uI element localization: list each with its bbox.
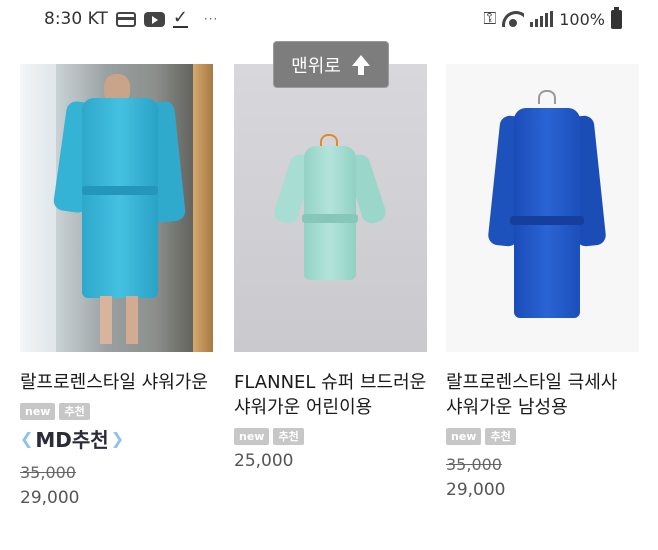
product-card[interactable]: 랄프로렌스타일 극세사 샤워가운 남성용 new 추천 35,000 29,00… xyxy=(446,64,639,500)
new-badge: new xyxy=(446,428,482,445)
recommend-badge: 추천 xyxy=(273,428,304,445)
download-done-icon: ✓ xyxy=(172,6,188,28)
recommend-badge: 추천 xyxy=(59,403,90,420)
original-price: 35,000 xyxy=(20,463,76,482)
arrow-up-icon xyxy=(351,54,371,75)
wing-left-icon: ❮ xyxy=(20,429,34,448)
original-price: 35,000 xyxy=(446,455,502,474)
sale-price: 29,000 xyxy=(20,488,80,508)
battery-icon xyxy=(611,6,622,29)
product-card[interactable]: FLANNEL 슈퍼 브드러운 샤워가운 어린이용 new 추천 25,000 xyxy=(234,64,427,471)
md-pick-label: MD추천 xyxy=(35,428,109,452)
status-right: ⚿ 100% xyxy=(483,6,622,29)
recommend-badge: 추천 xyxy=(485,428,516,445)
product-name[interactable]: 랄프로렌스타일 극세사 샤워가운 남성용 xyxy=(446,370,639,420)
product-image[interactable] xyxy=(446,64,639,352)
bathrobe-photo xyxy=(271,134,389,284)
mirror-frame xyxy=(193,64,213,352)
vpn-key-icon: ⚿ xyxy=(483,9,497,29)
new-badge: new xyxy=(20,403,56,420)
bathrobe-photo xyxy=(487,90,607,330)
badge-row: new 추천 xyxy=(234,428,427,445)
battery-percent: 100% xyxy=(559,9,605,29)
sale-price: 25,000 xyxy=(234,451,294,471)
md-pick-badge: ❮ MD추천 ❯ xyxy=(20,424,213,453)
product-image[interactable] xyxy=(20,64,213,352)
wallet-icon xyxy=(115,11,136,27)
bathrobe-photo xyxy=(52,74,187,344)
clock: 8:30 KT xyxy=(44,9,108,29)
scroll-to-top-button[interactable]: 맨위로 xyxy=(273,41,389,88)
badge-row: new 추천 xyxy=(446,428,639,445)
product-image[interactable] xyxy=(234,64,427,352)
youtube-icon xyxy=(143,11,165,27)
status-left: 8:30 KT ✓ ··· xyxy=(44,6,219,29)
product-card[interactable]: 랄프로렌스타일 샤워가운 new 추천 ❮ MD추천 ❯ 35,000 29,0… xyxy=(20,64,213,508)
wifi-icon xyxy=(502,11,525,27)
sale-price: 29,000 xyxy=(446,480,506,500)
background-curtain xyxy=(20,64,56,352)
signal-icon xyxy=(530,11,554,27)
wing-right-icon: ❯ xyxy=(110,429,125,448)
product-name[interactable]: 랄프로렌스타일 샤워가운 xyxy=(20,370,213,395)
status-bar: 8:30 KT ✓ ··· ⚿ 100% xyxy=(0,0,658,38)
scroll-to-top-label: 맨위로 xyxy=(291,55,341,77)
more-notifications-icon: ··· xyxy=(203,12,219,26)
product-name[interactable]: FLANNEL 슈퍼 브드러운 샤워가운 어린이용 xyxy=(234,370,427,420)
badge-row: new 추천 xyxy=(20,403,213,420)
new-badge: new xyxy=(234,428,270,445)
